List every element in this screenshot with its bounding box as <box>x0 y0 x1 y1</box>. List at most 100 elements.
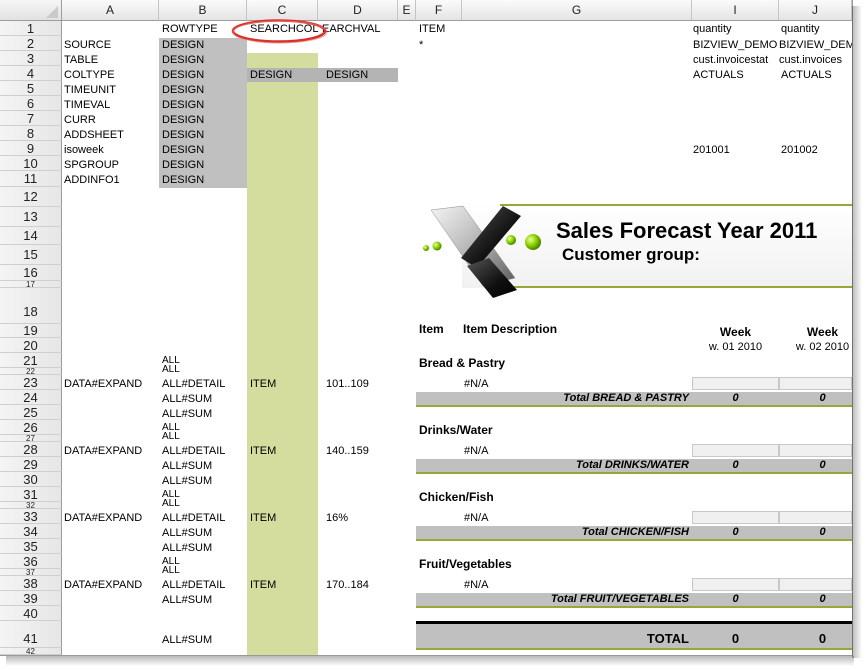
row-header[interactable]: 18 <box>0 288 62 324</box>
group-total-j[interactable]: 0 <box>779 526 852 538</box>
cell-b-all-sum[interactable]: ALL#SUM <box>162 475 212 487</box>
cell-a-data-expand[interactable]: DATA#EXPAND <box>64 378 142 390</box>
cell-a4[interactable]: COLTYPE <box>64 69 115 81</box>
row-header[interactable]: 14 <box>0 227 62 245</box>
row-header[interactable]: 34 <box>0 524 62 539</box>
row-header[interactable]: 32 <box>0 502 62 509</box>
row-header[interactable]: 5 <box>0 81 62 96</box>
cell-j2[interactable]: BIZVIEW_DEM <box>779 39 852 51</box>
row-header[interactable]: 3 <box>0 51 62 66</box>
column-header-j[interactable]: J <box>779 0 852 21</box>
cell-b8[interactable]: DESIGN <box>162 129 204 141</box>
row-header[interactable]: 17 <box>0 281 62 288</box>
input-cell-i[interactable] <box>692 511 779 524</box>
cell-b-all-sum[interactable]: ALL#SUM <box>162 542 212 554</box>
input-cell-j[interactable] <box>779 377 852 390</box>
row-header[interactable]: 20 <box>0 338 62 353</box>
cell-all[interactable]: ALL <box>162 566 180 576</box>
cell-c-item[interactable]: ITEM <box>250 579 276 591</box>
column-header-f[interactable]: F <box>416 0 462 21</box>
cell-a10[interactable]: SPGROUP <box>64 159 119 171</box>
row-header[interactable]: 11 <box>0 171 62 187</box>
select-all-corner[interactable] <box>0 0 62 21</box>
input-cell-i[interactable] <box>692 578 779 591</box>
group-total-i[interactable]: 0 <box>692 526 779 538</box>
cell-a-data-expand[interactable]: DATA#EXPAND <box>64 445 142 457</box>
cell-b6[interactable]: DESIGN <box>162 99 204 111</box>
cell-a6[interactable]: TIMEVAL <box>64 99 110 111</box>
row-header[interactable]: 10 <box>0 156 62 171</box>
row-header[interactable]: 40 <box>0 606 62 621</box>
row-header[interactable]: 38 <box>0 576 62 591</box>
cell-f1[interactable]: ITEM <box>419 23 445 35</box>
cell-all[interactable]: ALL <box>162 432 180 442</box>
cell-b-all-sum[interactable]: ALL#SUM <box>162 594 212 606</box>
row-header[interactable]: 19 <box>0 324 62 338</box>
row-header[interactable]: 1 <box>0 21 62 36</box>
row-header[interactable]: 27 <box>0 435 62 442</box>
group-total-i[interactable]: 0 <box>692 459 779 471</box>
cell-a-data-expand[interactable]: DATA#EXPAND <box>64 579 142 591</box>
row-header[interactable]: 24 <box>0 390 62 405</box>
cell-j9[interactable]: 201002 <box>781 144 818 156</box>
column-header-g[interactable]: G <box>462 0 692 21</box>
cell-a11[interactable]: ADDINFO1 <box>64 174 120 186</box>
cell-all[interactable]: ALL <box>162 365 180 375</box>
cell-b-all-detail[interactable]: ALL#DETAIL <box>162 512 225 524</box>
cell-b-all-detail[interactable]: ALL#DETAIL <box>162 579 225 591</box>
row-header[interactable]: 12 <box>0 187 62 207</box>
row-header[interactable]: 7 <box>0 111 62 126</box>
cell-d-range[interactable]: 101..109 <box>326 378 369 390</box>
row-header[interactable]: 33 <box>0 509 62 524</box>
group-total-i[interactable]: 0 <box>692 392 779 404</box>
cell-b4[interactable]: DESIGN <box>162 69 204 81</box>
input-cell-j[interactable] <box>779 578 852 591</box>
cell-b-all-sum[interactable]: ALL#SUM <box>162 460 212 472</box>
cell-b-all-sum[interactable]: ALL#SUM <box>162 408 212 420</box>
cell-a2[interactable]: SOURCE <box>64 39 111 51</box>
group-total-j[interactable]: 0 <box>779 459 852 471</box>
row-header[interactable]: 37 <box>0 569 62 576</box>
row-header[interactable]: 4 <box>0 66 62 81</box>
cell-i9[interactable]: 201001 <box>693 144 730 156</box>
row-header[interactable]: 21 <box>0 353 62 368</box>
cell-g-na[interactable]: #N/A <box>464 512 488 524</box>
input-cell-j[interactable] <box>779 511 852 524</box>
cell-j1[interactable]: quantity <box>781 23 820 35</box>
cell-b10[interactable]: DESIGN <box>162 159 204 171</box>
group-total-j[interactable]: 0 <box>779 392 852 404</box>
column-header-e[interactable]: E <box>398 0 416 21</box>
row-header[interactable]: 31 <box>0 487 62 502</box>
cell-a8[interactable]: ADDSHEET <box>64 129 124 141</box>
cell-d-range[interactable]: 16% <box>326 512 348 524</box>
cell-a9[interactable]: isoweek <box>64 144 104 156</box>
cell-a-data-expand[interactable]: DATA#EXPAND <box>64 512 142 524</box>
row-header[interactable]: 9 <box>0 141 62 156</box>
row-header[interactable]: 39 <box>0 591 62 606</box>
row-header[interactable]: 16 <box>0 265 62 281</box>
group-total-j[interactable]: 0 <box>779 593 852 605</box>
cell-b3[interactable]: DESIGN <box>162 54 204 66</box>
row-header[interactable]: 30 <box>0 472 62 487</box>
cell-b2[interactable]: DESIGN <box>162 39 204 51</box>
cell-g-na[interactable]: #N/A <box>464 445 488 457</box>
cell-b5[interactable]: DESIGN <box>162 84 204 96</box>
cell-g-na[interactable]: #N/A <box>464 378 488 390</box>
row-header[interactable]: 13 <box>0 207 62 227</box>
row-header[interactable]: 23 <box>0 375 62 390</box>
row-header[interactable]: 26 <box>0 420 62 435</box>
cell-b-all-sum[interactable]: ALL#SUM <box>162 527 212 539</box>
cell-b11[interactable]: DESIGN <box>162 174 204 186</box>
cell-f2[interactable]: * <box>419 39 423 51</box>
row-header[interactable]: 35 <box>0 539 62 554</box>
input-cell-i[interactable] <box>692 377 779 390</box>
row-header[interactable]: 41 <box>0 621 62 648</box>
cell-b41-all-sum[interactable]: ALL#SUM <box>162 634 212 646</box>
cell-g-na[interactable]: #N/A <box>464 579 488 591</box>
cell-b7[interactable]: DESIGN <box>162 114 204 126</box>
row-header[interactable]: 42 <box>0 648 62 655</box>
cell-d-range[interactable]: 170..184 <box>326 579 369 591</box>
row-header[interactable]: 36 <box>0 554 62 569</box>
cell-a7[interactable]: CURR <box>64 114 96 126</box>
cell-b-all-detail[interactable]: ALL#DETAIL <box>162 378 225 390</box>
